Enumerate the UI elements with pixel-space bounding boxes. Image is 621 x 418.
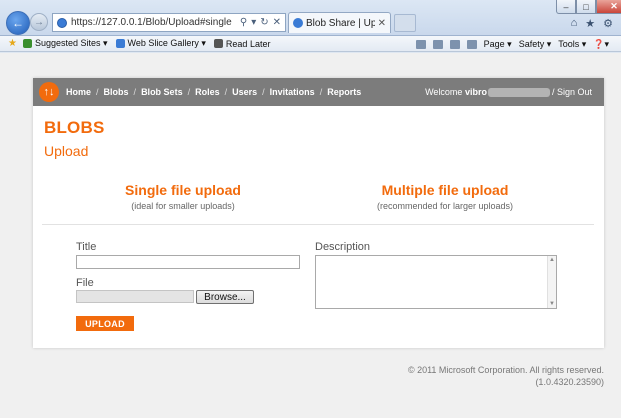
file-label: File (76, 277, 94, 289)
help-menu[interactable]: ❓▾ (593, 39, 609, 50)
description-label: Description (315, 241, 371, 253)
refresh-icon[interactable]: ↻ (260, 17, 268, 28)
welcome-text: Welcome (425, 87, 463, 97)
upload-button[interactable]: UPLOAD (76, 316, 134, 331)
minimize-button[interactable]: – (556, 0, 576, 14)
footer-copyright: © 2011 Microsoft Corporation. All rights… (407, 365, 604, 375)
back-arrow-icon: ← (12, 16, 24, 30)
web-slice-icon (115, 39, 125, 48)
favorite-web-slice-gallery[interactable]: Web Slice Gallery ▾ (115, 38, 206, 49)
tools-menu[interactable]: Tools ▾ (558, 39, 586, 50)
maximize-button[interactable]: □ (576, 0, 596, 14)
nav-blob-sets[interactable]: Blob Sets (141, 87, 183, 97)
page-viewport: ↑↓ Home / Blobs / Blob Sets / Roles / Users /… (0, 53, 621, 418)
page-icon (57, 17, 67, 28)
nav-home[interactable]: Home (66, 87, 91, 97)
close-window-button[interactable]: ✕ (596, 0, 621, 14)
suggested-sites-icon (22, 39, 32, 48)
home-cmd-icon[interactable] (415, 39, 426, 49)
description-scrollbar[interactable]: ▲ ▼ (547, 256, 556, 308)
favorites-star-icon[interactable]: ★ (585, 17, 595, 30)
browser-titlebar: ← → https://127.0.0.1/Blob/Upload#single… (0, 0, 621, 36)
section-divider (42, 224, 594, 225)
command-bar: Page ▾ Safety ▾ Tools ▾ ❓▾ (415, 36, 609, 52)
multiple-upload-title[interactable]: Multiple file upload (365, 182, 525, 198)
back-button[interactable]: ← (6, 11, 30, 35)
content-panel: ↑↓ Home / Blobs / Blob Sets / Roles / Users /… (33, 78, 604, 348)
favorites-icon[interactable]: ★ (8, 38, 17, 49)
multiple-upload-option[interactable]: Multiple file upload (recommended for la… (365, 182, 525, 211)
nav-reports[interactable]: Reports (327, 87, 361, 97)
forward-button[interactable]: → (30, 13, 48, 31)
tab-page-icon (293, 18, 303, 28)
top-nav: ↑↓ Home / Blobs / Blob Sets / Roles / Users /… (33, 78, 604, 106)
title-input[interactable] (76, 255, 300, 269)
close-tab-icon[interactable]: ✕ (378, 18, 386, 29)
welcome-area: Welcome vibro / Sign Out (425, 87, 592, 97)
safety-menu[interactable]: Safety ▾ (519, 39, 552, 50)
browse-button[interactable]: Browse... (196, 290, 254, 304)
tab-blob-share[interactable]: Blob Share | Upload Blob ✕ (288, 12, 391, 33)
favorite-read-later[interactable]: Read Later (213, 39, 270, 49)
print-icon[interactable] (466, 39, 477, 49)
dropdown-icon[interactable]: ▾ (251, 17, 256, 28)
nav-links: Home / Blobs / Blob Sets / Roles / Users / In… (66, 87, 362, 97)
stop-icon[interactable]: ✕ (273, 17, 281, 28)
favorite-suggested-sites[interactable]: Suggested Sites ▾ (22, 38, 108, 49)
description-textarea[interactable]: ▲ ▼ (315, 255, 557, 309)
home-icon[interactable]: ⌂ (571, 17, 578, 30)
url-text[interactable]: https://127.0.0.1/Blob/Upload#single (71, 17, 240, 28)
single-upload-option[interactable]: Single file upload (ideal for smaller up… (103, 182, 263, 211)
redacted-email (487, 87, 550, 97)
single-upload-title[interactable]: Single file upload (103, 182, 263, 198)
tab-title: Blob Share | Upload Blob (306, 17, 375, 29)
app-logo-icon[interactable]: ↑↓ (39, 82, 59, 102)
scroll-up-icon[interactable]: ▲ (549, 257, 555, 263)
feeds-icon[interactable] (432, 39, 443, 49)
gear-icon[interactable]: ⚙ (603, 17, 613, 30)
address-bar[interactable]: https://127.0.0.1/Blob/Upload#single ⚲ ▾… (52, 13, 286, 32)
multiple-upload-subtitle: (recommended for larger uploads) (376, 201, 514, 211)
page-menu[interactable]: Page ▾ (484, 39, 512, 50)
sign-out-link[interactable]: Sign Out (557, 87, 592, 97)
footer: © 2011 Microsoft Corporation. All rights… (408, 364, 604, 388)
mail-icon[interactable] (449, 39, 460, 49)
file-path-field[interactable] (76, 290, 194, 303)
title-label: Title (76, 241, 97, 253)
window-controls: – □ ✕ (556, 0, 621, 14)
read-later-icon (213, 39, 223, 48)
page-subtitle: Upload (44, 143, 89, 159)
welcome-username: vibro (464, 87, 487, 97)
single-upload-subtitle: (ideal for smaller uploads) (131, 201, 235, 211)
new-tab-button[interactable] (394, 14, 416, 32)
nav-blobs[interactable]: Blobs (104, 87, 129, 97)
nav-invitations[interactable]: Invitations (270, 87, 315, 97)
forward-arrow-icon: → (34, 16, 44, 28)
page-title: BLOBS (44, 118, 105, 137)
search-icon[interactable]: ⚲ (240, 17, 247, 28)
scroll-down-icon[interactable]: ▼ (549, 301, 555, 307)
nav-users[interactable]: Users (232, 87, 257, 97)
nav-roles[interactable]: Roles (195, 87, 220, 97)
footer-version: (1.0.4320.23590) (535, 377, 604, 387)
